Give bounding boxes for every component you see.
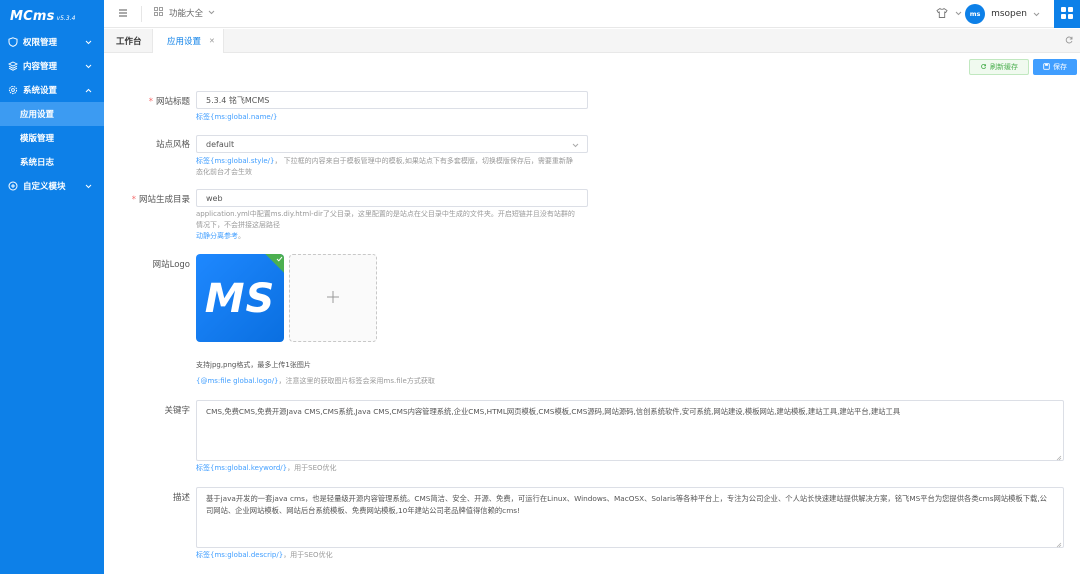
ms-logo-graphic: MS xyxy=(205,276,276,322)
page-tabs: 工作台 应用设置 ✕ xyxy=(104,29,1080,53)
save-icon xyxy=(1043,62,1050,72)
gen-dir-input[interactable]: web xyxy=(196,189,588,207)
check-icon xyxy=(276,255,283,264)
sidebar-group-system[interactable]: 系统设置 xyxy=(0,78,104,102)
gen-dir-label: * 网站生成目录 xyxy=(131,195,190,205)
sidebar-item-label: 应用设置 xyxy=(20,110,55,120)
description-label: 描述 xyxy=(172,493,190,503)
plus-circle-icon xyxy=(8,181,18,191)
sidebar-item-label: 系统日志 xyxy=(20,158,55,168)
sidebar-item-template-manage[interactable]: 模版管理 xyxy=(0,126,104,150)
app-logo[interactable]: MCms v5.3.4 xyxy=(0,0,104,30)
user-menu[interactable]: ms msopen xyxy=(965,4,1040,24)
site-title-input[interactable]: 5.3.4 铭飞MCMS xyxy=(196,91,588,109)
refresh-icon[interactable] xyxy=(1064,35,1074,47)
resize-handle-icon[interactable] xyxy=(1056,540,1062,548)
close-icon[interactable]: ✕ xyxy=(209,37,215,45)
logo-letters: MS xyxy=(205,276,276,322)
sidebar-group-permissions[interactable]: 权限管理 xyxy=(0,30,104,54)
description-textarea[interactable]: 基于java开发的一套java cms，也是轻量级开源内容管理系统。CMS简洁、… xyxy=(196,487,1064,548)
resize-handle-icon[interactable] xyxy=(1056,453,1062,461)
separation-reference-link[interactable]: 动静分离参考 xyxy=(196,232,238,240)
site-style-label: 站点风格 xyxy=(155,140,190,150)
gen-dir-hint: application.yml中配置ms.diy.html-dir了父目录，这里… xyxy=(196,210,575,240)
save-button[interactable]: 保存 xyxy=(1033,59,1077,75)
refresh-cache-button[interactable]: 刷新缓存 xyxy=(969,59,1029,75)
apps-grid-button[interactable] xyxy=(1054,0,1080,28)
site-style-select[interactable]: default xyxy=(196,135,588,153)
version-label: v5.3.4 xyxy=(56,15,76,22)
save-label: 保存 xyxy=(1053,63,1067,71)
function-menu-label: 功能大全 xyxy=(169,9,204,19)
upload-image-button[interactable] xyxy=(289,254,377,342)
theme-shirt-icon[interactable] xyxy=(936,7,948,21)
site-title-hint: 标签{ms:global.name/} xyxy=(196,113,278,121)
apps-grid-icon xyxy=(1060,6,1074,22)
top-header: 功能大全 ms msopen xyxy=(104,0,1080,28)
sidebar-group-custom-module[interactable]: 自定义模块 xyxy=(0,174,104,198)
tab-label: 工作台 xyxy=(116,37,142,47)
sidebar-group-label: 自定义模块 xyxy=(23,182,66,192)
site-style-hint: 标签{ms:global.style/}， 下拉框的内容来自于模板管理中的模板,… xyxy=(196,157,573,176)
chevron-down-icon xyxy=(1033,10,1040,19)
keywords-hint: 标签{ms:global.keyword/}，用于SEO优化 xyxy=(196,464,337,472)
site-logo-tag-hint: {@ms:file global.logo/}，注意这里的获取图片标签会采用ms… xyxy=(196,377,435,385)
chevron-down-icon xyxy=(572,141,579,150)
description-hint: 标签{ms:global.descrip/}，用于SEO优化 xyxy=(196,551,333,559)
grid-icon xyxy=(154,7,163,19)
layers-icon xyxy=(8,61,18,71)
keywords-textarea[interactable]: CMS,免费CMS,免费开源Java CMS,CMS系统,Java CMS,CM… xyxy=(196,400,1064,461)
logo-text: MCms xyxy=(10,9,55,24)
required-asterisk: * xyxy=(131,195,136,205)
chevron-down-icon xyxy=(85,62,92,72)
sidebar-group-content[interactable]: 内容管理 xyxy=(0,54,104,78)
site-logo-label: 网站Logo xyxy=(152,260,190,270)
sidebar-item-system-log[interactable]: 系统日志 xyxy=(0,150,104,174)
gear-icon xyxy=(8,85,18,95)
tab-workbench[interactable]: 工作台 xyxy=(116,29,142,53)
uploaded-logo-image[interactable]: MS xyxy=(196,254,284,342)
tab-label: 应用设置 xyxy=(167,37,202,47)
username: msopen xyxy=(991,9,1027,19)
chevron-down-icon xyxy=(85,182,92,192)
sidebar: MCms v5.3.4 权限管理 内容管理 系统设置 应用设置 模版管理 系统日… xyxy=(0,0,104,574)
hamburger-menu-icon[interactable] xyxy=(118,8,128,20)
plus-icon xyxy=(326,290,340,306)
function-menu-dropdown[interactable]: 功能大全 xyxy=(154,7,215,19)
chevron-down-icon xyxy=(85,38,92,48)
sidebar-item-label: 模版管理 xyxy=(20,134,55,144)
chevron-up-icon xyxy=(85,86,92,96)
tab-app-settings[interactable]: 应用设置 ✕ xyxy=(152,29,224,53)
site-logo-format-hint: 支持jpg,png格式，最多上传1张图片 xyxy=(196,361,311,369)
chevron-down-icon[interactable] xyxy=(955,9,962,18)
sidebar-group-label: 系统设置 xyxy=(23,86,58,96)
refresh-cache-label: 刷新缓存 xyxy=(990,63,1018,71)
sidebar-group-label: 内容管理 xyxy=(23,62,58,72)
required-asterisk: * xyxy=(148,97,153,107)
refresh-icon xyxy=(980,63,987,72)
header-divider xyxy=(141,6,142,22)
sidebar-item-app-settings[interactable]: 应用设置 xyxy=(0,102,104,126)
sidebar-group-label: 权限管理 xyxy=(23,38,58,48)
chevron-down-icon xyxy=(208,8,215,18)
avatar: ms xyxy=(965,4,986,24)
shield-icon xyxy=(8,37,18,47)
keywords-label: 关键字 xyxy=(164,406,190,416)
site-title-label: * 网站标题 xyxy=(148,97,190,107)
